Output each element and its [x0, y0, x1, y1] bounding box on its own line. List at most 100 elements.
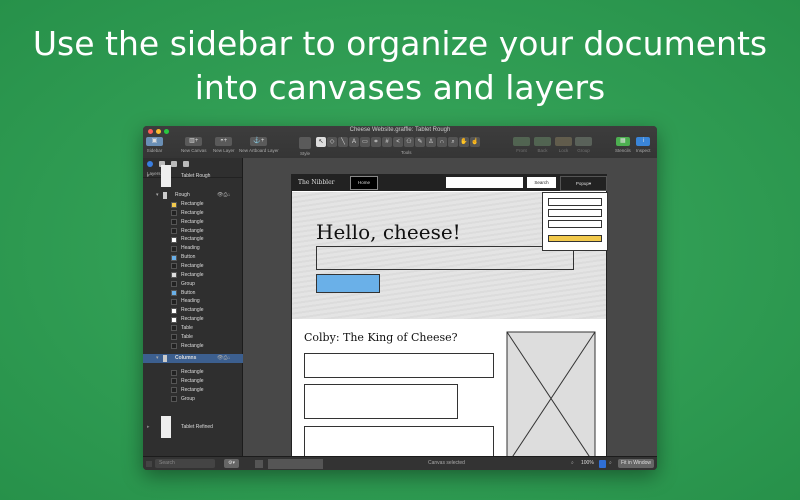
front-button[interactable]: Front	[513, 137, 530, 153]
list-item[interactable]: Rectangle	[143, 209, 243, 218]
list-item[interactable]: Button	[143, 253, 243, 262]
lock-button[interactable]: Lock	[555, 137, 572, 153]
layer-item-icon	[171, 201, 177, 208]
layer-row[interactable]: ▾ Columns 👁⎙⌂	[143, 354, 243, 363]
magnet-tool-icon[interactable]: ∩	[437, 137, 447, 147]
item-label: Rectangle	[181, 218, 204, 225]
browse-tool-icon[interactable]: ☝	[470, 137, 480, 147]
line-tool-icon[interactable]: ╲	[338, 137, 348, 147]
list-item[interactable]: Group	[143, 280, 243, 289]
lock-icon	[555, 137, 572, 146]
zoom-out-icon[interactable]: ⌕	[571, 460, 574, 466]
list-item[interactable]: Rectangle	[143, 386, 243, 395]
status-text: Canvas selected	[428, 460, 465, 466]
list-item[interactable]: Group	[143, 395, 243, 404]
sidebar-search-icon	[146, 461, 152, 467]
new-artboard-layer-button[interactable]: ⚓+ New Artboard Layer	[239, 137, 279, 153]
zoom-in-icon[interactable]: ⌕	[609, 460, 612, 466]
new-canvas-icon: ▥+	[185, 137, 203, 146]
label: Front	[516, 148, 527, 153]
list-item[interactable]: Rectangle	[143, 315, 243, 324]
back-button[interactable]: Back	[534, 137, 551, 153]
diagram-tool-icon[interactable]: ⌗	[371, 137, 381, 147]
zoom-tool-icon[interactable]: ⌕	[448, 137, 458, 147]
disclosure-icon[interactable]: ▾	[156, 354, 159, 363]
canvas-row[interactable]: ▸ Tablet Rough	[143, 163, 243, 189]
stamp-tool-icon[interactable]: ♙	[426, 137, 436, 147]
visibility-lock-icons[interactable]: 👁⎙⌂	[217, 354, 230, 363]
canvas-label: Tablet Rough	[181, 173, 211, 179]
rect-tool-icon[interactable]: ▭	[360, 137, 370, 147]
list-item[interactable]: Rectangle	[143, 377, 243, 386]
list-item[interactable]: Rectangle	[143, 342, 243, 351]
label: Back	[537, 148, 548, 153]
connect-tool-icon[interactable]: ⚇	[404, 137, 414, 147]
mockup-section-title: Colby: The King of Cheese?	[304, 331, 458, 344]
item-label: Rectangle	[181, 386, 204, 393]
layer-item-icon	[171, 378, 177, 385]
item-label: Rectangle	[181, 307, 204, 314]
disclosure-icon[interactable]: ▾	[156, 191, 159, 200]
canvas-toggle-icon[interactable]	[255, 460, 263, 468]
list-item[interactable]: Rectangle	[143, 200, 243, 209]
item-label: Table	[181, 324, 193, 331]
headline-line-1: Use the sidebar to organize your documen…	[32, 24, 768, 63]
label: New Layer	[213, 148, 235, 153]
canvas-thumbnail	[161, 165, 171, 187]
group-button[interactable]: Group	[575, 137, 592, 153]
list-item[interactable]: Heading	[143, 244, 243, 253]
list-item[interactable]: Rectangle	[143, 218, 243, 227]
list-item[interactable]: Button	[143, 289, 243, 298]
list-item[interactable]: Table	[143, 324, 243, 333]
bring-front-icon	[513, 137, 530, 146]
list-item[interactable]: Heading	[143, 297, 243, 306]
new-artboard-icon: ⚓+	[250, 137, 268, 146]
list-item[interactable]: Table	[143, 333, 243, 342]
visibility-lock-icons[interactable]: 👁⎙⌂	[217, 191, 230, 200]
mockup-search-button: Search	[527, 177, 556, 188]
list-item[interactable]: Rectangle	[143, 235, 243, 244]
list-item[interactable]: Rectangle	[143, 271, 243, 280]
disclosure-icon[interactable]: ▸	[147, 163, 150, 189]
layer-label: Columns	[175, 355, 197, 361]
item-label: Rectangle	[181, 227, 204, 234]
mockup-popup-menu	[542, 192, 608, 251]
new-canvas-button[interactable]: ▥+ New Canvas	[181, 137, 207, 153]
new-layer-icon: ◓+	[215, 137, 233, 146]
pointer-tool-icon[interactable]: ↖	[316, 137, 326, 147]
gear-menu-icon[interactable]: ⚙▾	[224, 459, 239, 468]
mockup-nav: The Nibbler Home Search Popup▾	[292, 175, 607, 191]
list-item[interactable]: Rectangle	[143, 227, 243, 236]
layer-row[interactable]: ▾ Rough 👁⎙⌂	[143, 191, 243, 200]
lasso-tool-icon[interactable]: <	[393, 137, 403, 147]
style-button[interactable]: Style	[299, 137, 311, 156]
item-label: Rectangle	[181, 377, 204, 384]
mockup-hero-title: Hello, cheese!	[316, 220, 461, 244]
canvas-label: Tablet Refined	[181, 424, 213, 430]
zoom-dropdown-icon[interactable]	[599, 460, 606, 468]
text-tool-icon[interactable]: A	[349, 137, 359, 147]
canvas[interactable]: The Nibbler Home Search Popup▾ Hello, ch…	[243, 158, 657, 456]
layer-label: Rough	[175, 192, 190, 198]
toolbar: Cheese Website.graffle: Tablet Rough ▣ Si…	[143, 126, 657, 158]
new-layer-button[interactable]: ◓+ New Layer	[213, 137, 235, 153]
shape-tool-icon[interactable]: ◇	[327, 137, 337, 147]
pen-tool-icon[interactable]: ✎	[415, 137, 425, 147]
stencils-button[interactable]: ▦ Stencils	[615, 137, 631, 153]
disclosure-icon[interactable]: ▸	[147, 414, 150, 440]
canvas-row[interactable]: ▸ Tablet Refined	[143, 414, 243, 440]
list-item[interactable]: Rectangle	[143, 306, 243, 315]
list-item[interactable]: Rectangle	[143, 368, 243, 377]
hand-tool-icon[interactable]: ✋	[459, 137, 469, 147]
layer-item-icon	[171, 316, 177, 323]
sidebar-button[interactable]: ▣ Sidebar	[146, 137, 163, 153]
table-tool-icon[interactable]: #	[382, 137, 392, 147]
sidebar-search-input[interactable]: Search	[155, 459, 215, 468]
inspect-button[interactable]: i Inspect	[636, 137, 651, 153]
list-item[interactable]: Rectangle	[143, 262, 243, 271]
fit-in-window-button[interactable]: Fit in Window	[618, 459, 655, 468]
sidebar-icon: ▣	[146, 137, 163, 146]
zoom-level[interactable]: 100%	[581, 460, 594, 466]
item-label: Rectangle	[181, 316, 204, 323]
canvas-size-field[interactable]	[268, 459, 323, 469]
